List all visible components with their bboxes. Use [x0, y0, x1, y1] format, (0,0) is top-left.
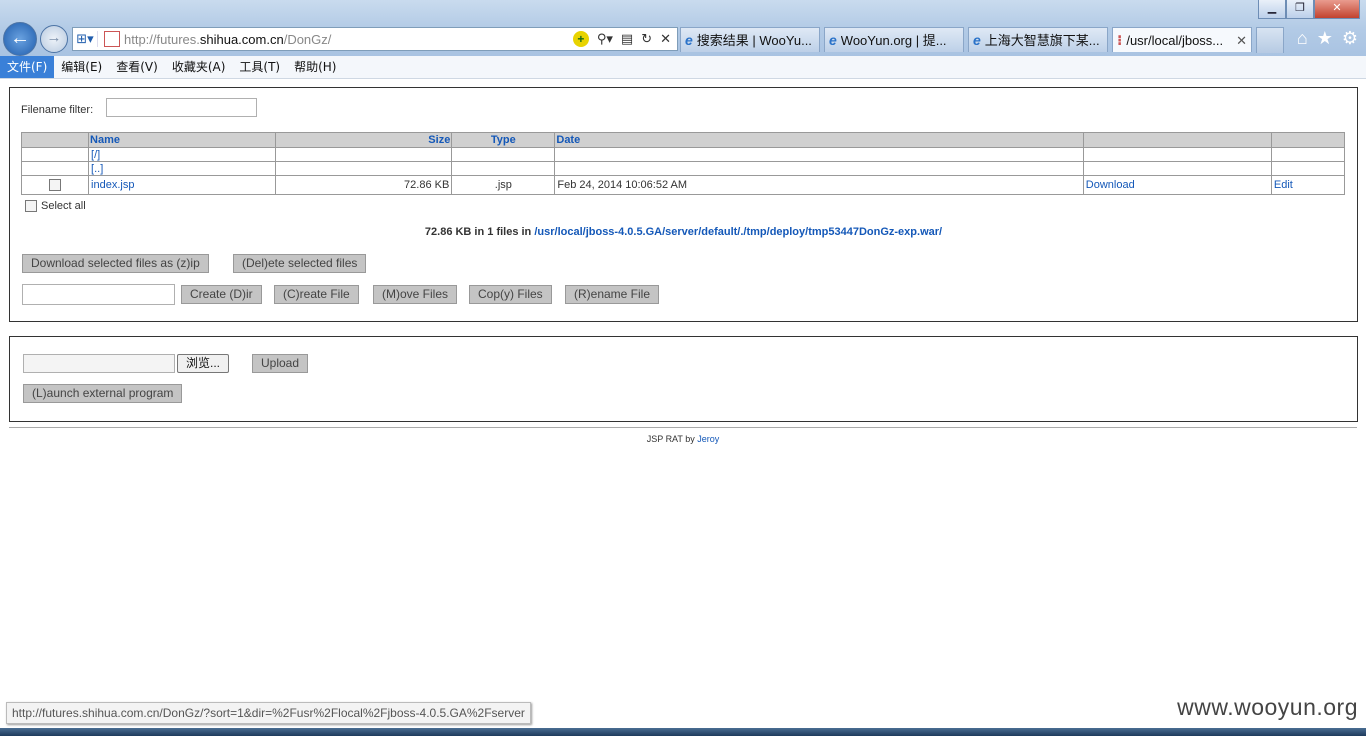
- upload-button[interactable]: Upload: [252, 354, 309, 373]
- file-table: Name Size Type Date [/] [..] index.jsp 7…: [20, 132, 1346, 195]
- file-checkbox[interactable]: [49, 179, 62, 192]
- edit-link[interactable]: Edit: [1270, 175, 1346, 195]
- arrow-left-icon: ←: [10, 27, 30, 49]
- header-checkbox-col: [20, 132, 90, 148]
- taskbar: [0, 728, 1366, 736]
- new-tab-button[interactable]: [1256, 27, 1284, 53]
- ie-icon: e: [973, 31, 981, 48]
- refresh-icon[interactable]: ↻: [641, 31, 652, 47]
- tab-strip: e 搜索结果 | WooYu... e WooYun.org | 提... e …: [680, 27, 1284, 53]
- delete-files-button[interactable]: (Del)ete selected files: [233, 254, 367, 273]
- menu-help[interactable]: 帮助(H): [287, 56, 343, 78]
- file-browser-panel: Filename filter: Name Size Type Date [/]…: [9, 87, 1358, 322]
- menu-bar: 文件(F) 编辑(E) 查看(V) 收藏夹(A) 工具(T) 帮助(H): [0, 56, 1366, 79]
- tab-jboss[interactable]: ⁝ /usr/local/jboss... ✕: [1112, 27, 1252, 52]
- launch-program-button[interactable]: (L)aunch external program: [23, 384, 183, 403]
- header-size[interactable]: Size: [275, 132, 453, 148]
- file-name-link[interactable]: index.jsp: [88, 175, 277, 195]
- filename-filter-input[interactable]: [106, 98, 257, 117]
- header-download-col: [1082, 132, 1272, 148]
- upload-panel: 浏览... Upload (L)aunch external program: [9, 336, 1358, 422]
- compat-icon[interactable]: ▤: [621, 31, 633, 47]
- file-type: .jsp: [451, 175, 556, 195]
- window-controls: ▁ ❐ ✕: [1258, 0, 1360, 19]
- back-button[interactable]: ←: [3, 22, 37, 56]
- browse-button[interactable]: 浏览...: [177, 354, 230, 373]
- author-link[interactable]: Jeroy: [697, 434, 719, 444]
- close-window-button[interactable]: ✕: [1314, 0, 1360, 19]
- directory-path-link[interactable]: /usr/local/jboss-4.0.5.GA/server/default…: [534, 226, 942, 238]
- tab-search-results[interactable]: e 搜索结果 | WooYu...: [680, 27, 820, 52]
- root-dir-link[interactable]: [/]: [88, 147, 277, 162]
- rename-file-button[interactable]: (R)ename File: [565, 285, 660, 304]
- header-edit-col: [1270, 132, 1346, 148]
- filter-label: Filename filter:: [21, 104, 94, 116]
- header-type[interactable]: Type: [451, 132, 556, 148]
- move-files-button[interactable]: (M)ove Files: [373, 285, 458, 304]
- select-all-label: Select all: [41, 200, 86, 212]
- toolbar-icons: ⌂ ★ ⚙: [1297, 28, 1358, 49]
- watermark: www.wooyun.org: [1177, 694, 1358, 720]
- gear-icon[interactable]: ⚙: [1342, 28, 1358, 49]
- menu-view[interactable]: 查看(V): [109, 56, 165, 78]
- directory-summary: 72.86 KB in 1 files in /usr/local/jboss-…: [424, 226, 943, 238]
- menu-favorites[interactable]: 收藏夹(A): [165, 56, 233, 78]
- browser-toolbar: ▁ ❐ ✕ ← → ⊞▾ http://futures.shihua.com.c…: [0, 0, 1366, 56]
- tab-wooyun[interactable]: e WooYun.org | 提...: [824, 27, 964, 52]
- header-name[interactable]: Name: [88, 132, 277, 148]
- table-header-row: Name Size Type Date: [20, 132, 1346, 148]
- create-dir-button[interactable]: Create (D)ir: [181, 285, 262, 304]
- upload-file-path[interactable]: [23, 354, 175, 373]
- table-row: [/]: [20, 147, 1346, 162]
- maximize-button[interactable]: ❐: [1286, 0, 1314, 19]
- table-row: index.jsp 72.86 KB .jsp Feb 24, 2014 10:…: [20, 175, 1346, 195]
- stop-icon[interactable]: ✕: [660, 31, 671, 47]
- parent-dir-link[interactable]: [..]: [88, 161, 277, 176]
- ie-icon: e: [829, 31, 837, 48]
- create-file-button[interactable]: (C)reate File: [274, 285, 359, 304]
- loading-icon: ⁝: [1117, 31, 1123, 48]
- copy-files-button[interactable]: Cop(y) Files: [469, 285, 552, 304]
- address-url[interactable]: http://futures.shihua.com.cn/DonGz/: [124, 32, 573, 47]
- status-url-tooltip: http://futures.shihua.com.cn/DonGz/?sort…: [6, 702, 531, 724]
- minimize-button[interactable]: ▁: [1258, 0, 1286, 19]
- arrow-right-icon: →: [46, 29, 62, 46]
- favicon-icon: [104, 31, 120, 47]
- menu-file[interactable]: 文件(F): [0, 56, 55, 78]
- plugin-icon[interactable]: +: [572, 31, 589, 47]
- page-footer: JSP RAT by Jeroy: [646, 434, 720, 444]
- favorites-star-icon[interactable]: ★: [1317, 28, 1333, 49]
- select-all-row: Select all: [25, 200, 86, 212]
- divider: [9, 427, 1357, 428]
- compat-view-icon[interactable]: ⊞▾: [73, 31, 98, 47]
- home-icon[interactable]: ⌂: [1297, 28, 1308, 49]
- file-size: 72.86 KB: [275, 175, 453, 195]
- new-name-input[interactable]: [22, 284, 175, 305]
- menu-edit[interactable]: 编辑(E): [54, 56, 109, 78]
- ie-icon: e: [685, 31, 693, 48]
- menu-tools[interactable]: 工具(T): [232, 56, 287, 78]
- header-date[interactable]: Date: [554, 132, 1084, 148]
- download-zip-button[interactable]: Download selected files as (z)ip: [22, 254, 209, 273]
- address-bar[interactable]: ⊞▾ http://futures.shihua.com.cn/DonGz/ +…: [72, 27, 678, 51]
- search-icon[interactable]: ⚲▾: [597, 31, 613, 47]
- forward-button[interactable]: →: [40, 25, 68, 53]
- tab-shanghai[interactable]: e 上海大智慧旗下某...: [968, 27, 1108, 52]
- download-link[interactable]: Download: [1082, 175, 1272, 195]
- select-all-checkbox[interactable]: [25, 200, 37, 212]
- tab-close-icon[interactable]: ✕: [1232, 28, 1247, 52]
- table-row: [..]: [20, 161, 1346, 176]
- file-date: Feb 24, 2014 10:06:52 AM: [554, 175, 1084, 195]
